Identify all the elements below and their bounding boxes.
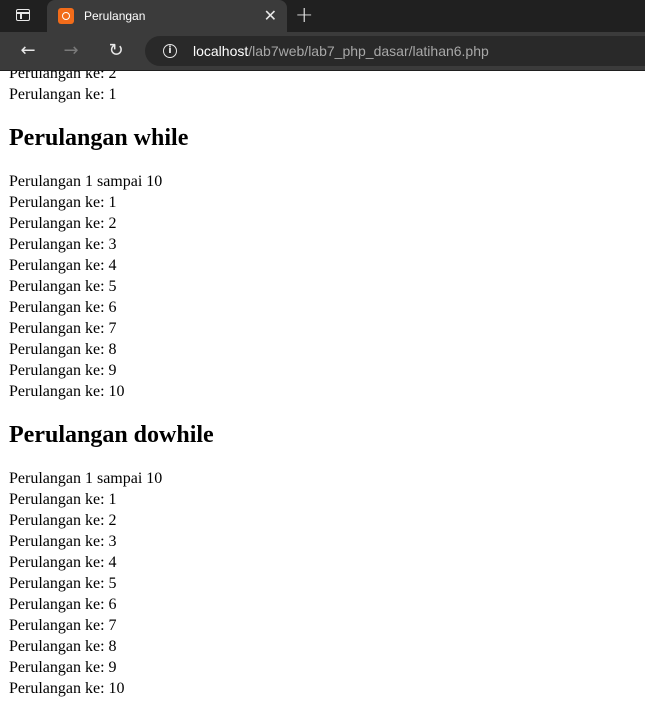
- tab-actions-icon[interactable]: [16, 9, 30, 21]
- output-line: Perulangan ke: 3: [9, 236, 117, 253]
- xampp-favicon-icon: [58, 8, 74, 24]
- output-line: Perulangan ke: 4: [9, 257, 117, 274]
- output-line: Perulangan ke: 4: [9, 554, 117, 571]
- info-icon[interactable]: i: [163, 44, 177, 58]
- output-line: Perulangan ke: 5: [9, 575, 117, 592]
- tab-strip: Perulangan ✕ +: [0, 0, 645, 32]
- tab-title: Perulangan: [84, 9, 146, 23]
- output-line: Perulangan ke: 10: [9, 680, 125, 697]
- section-heading-while: Perulangan while: [9, 125, 189, 151]
- url-host: localhost: [193, 43, 249, 59]
- output-line: Perulangan ke: 3: [9, 533, 117, 550]
- page-content: Perulangan ke: 2 Perulangan ke: 1 Perula…: [0, 71, 645, 726]
- output-line: Perulangan ke: 9: [9, 659, 117, 676]
- section-heading-dowhile: Perulangan dowhile: [9, 422, 214, 448]
- output-line: Perulangan ke: 9: [9, 362, 117, 379]
- output-line: Perulangan ke: 10: [9, 383, 125, 400]
- forward-arrow-icon[interactable]: →: [59, 39, 83, 63]
- url-text[interactable]: localhost/lab7web/lab7_php_dasar/latihan…: [193, 43, 489, 59]
- output-line: Perulangan ke: 2: [9, 71, 117, 82]
- new-tab-icon[interactable]: +: [295, 3, 313, 28]
- close-tab-icon[interactable]: ✕: [264, 6, 277, 25]
- url-path: /lab7web/lab7_php_dasar/latihan6.php: [248, 43, 489, 59]
- back-arrow-icon[interactable]: ←: [16, 39, 40, 63]
- output-line: Perulangan ke: 2: [9, 215, 117, 232]
- output-line: Perulangan ke: 2: [9, 512, 117, 529]
- output-line: Perulangan ke: 6: [9, 299, 117, 316]
- output-line: Perulangan ke: 7: [9, 617, 117, 634]
- refresh-icon[interactable]: ↻: [104, 39, 128, 63]
- section-intro: Perulangan 1 sampai 10: [9, 173, 163, 190]
- output-line: Perulangan ke: 7: [9, 320, 117, 337]
- output-line: Perulangan ke: 6: [9, 596, 117, 613]
- browser-toolbar: ← → ↻ i localhost/lab7web/lab7_php_dasar…: [0, 32, 645, 71]
- output-line: Perulangan ke: 8: [9, 638, 117, 655]
- output-line: Perulangan ke: 1: [9, 86, 117, 103]
- page-body: Perulangan ke: 2 Perulangan ke: 1 Perula…: [9, 71, 214, 699]
- output-line: Perulangan ke: 5: [9, 278, 117, 295]
- output-line: Perulangan ke: 8: [9, 341, 117, 358]
- address-bar[interactable]: i localhost/lab7web/lab7_php_dasar/latih…: [145, 36, 645, 66]
- output-line: Perulangan ke: 1: [9, 491, 117, 508]
- tab-active[interactable]: Perulangan ✕: [47, 0, 287, 32]
- output-line: Perulangan ke: 1: [9, 194, 117, 211]
- section-intro: Perulangan 1 sampai 10: [9, 470, 163, 487]
